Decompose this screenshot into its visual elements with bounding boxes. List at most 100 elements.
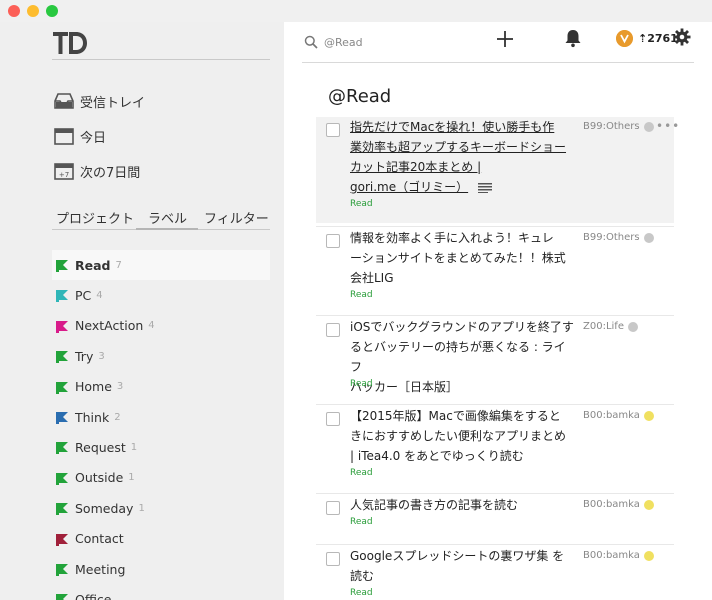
task-content[interactable]: 情報を効率よく手に入れよう！キュレ ーションサイトをまとめてみた！！株式 会社LIG [350, 228, 576, 288]
label-count: 3 [98, 350, 105, 362]
page-title: @Read [328, 86, 392, 107]
label-item-pc[interactable]: PC 4 [52, 280, 270, 310]
label-item-office[interactable]: Office [52, 584, 270, 600]
task-content-line: きにおすすめしたい便利なアプリまとめ [350, 429, 567, 443]
calendar-week-icon: +7 [54, 163, 74, 180]
label-item-meeting[interactable]: Meeting [52, 554, 270, 584]
task-content[interactable]: iOSでバックグラウンドのアプリを終了するとバッテリーの持ちが悪くなる : ライ… [350, 317, 576, 397]
tab-active-indicator [136, 228, 198, 230]
task-divider [316, 226, 674, 227]
tab-filters[interactable]: フィルター [204, 208, 269, 227]
tab-projects[interactable]: プロジェクト [56, 208, 134, 227]
task-project-name: B00:bamka [583, 499, 640, 510]
task-checkbox[interactable] [326, 234, 340, 248]
task-content-line: | iTea4.0 をあとでゆっくり読む [350, 449, 524, 463]
task-content-line: iOSでバックグラウンドのアプリを終了す [350, 320, 574, 334]
label-item-outside[interactable]: Outside 1 [52, 463, 270, 493]
task-project: B00:bamka [583, 499, 654, 510]
task-content-line: Googleスプレッドシートの裏ワザ集 を [350, 549, 565, 563]
label-flag-icon [56, 564, 68, 576]
task-label-tag[interactable]: Read [350, 588, 373, 598]
project-color-dot [627, 321, 638, 332]
label-item-someday[interactable]: Someday 1 [52, 493, 270, 523]
label-item-request[interactable]: Request 1 [52, 432, 270, 462]
nav-inbox[interactable]: 受信トレイ [54, 90, 145, 112]
close-window-button[interactable] [8, 5, 20, 17]
label-name: NextAction [75, 318, 144, 334]
calendar-week-icon-text: +7 [59, 171, 69, 179]
karma-indicator[interactable]: ⇡2761 [616, 29, 678, 47]
calendar-today-icon [54, 128, 74, 145]
task-content[interactable]: 【2015年版】Macで画像編集をすると きにおすすめしたい便利なアプリまとめ | … [350, 406, 576, 466]
task-project: B00:bamka [583, 410, 654, 421]
task-label-tag[interactable]: Read [350, 468, 373, 478]
more-options-icon[interactable]: ••• [656, 119, 680, 133]
project-color-dot [643, 232, 654, 243]
label-name: Contact [75, 531, 124, 547]
task-content[interactable]: 人気記事の書き方の記事を読む [350, 495, 576, 515]
task-divider [316, 493, 674, 494]
task-item[interactable]: 指先だけでMacを操れ！使い勝手も作 業効率も超アップするキーボードショー カット記… [316, 117, 679, 223]
label-item-read[interactable]: Read 7 [52, 250, 270, 280]
task-checkbox[interactable] [326, 412, 340, 426]
gear-icon[interactable] [673, 28, 691, 46]
task-item[interactable]: 人気記事の書き方の記事を読む Read B00:bamka [316, 495, 674, 541]
project-color-dot [643, 121, 654, 132]
bell-icon[interactable] [564, 28, 582, 48]
label-count: 1 [128, 472, 135, 484]
task-project-name: B00:bamka [583, 410, 640, 421]
task-content-line: るとバッテリーの持ちが悪くなる : ライフ [350, 340, 566, 374]
nav-today[interactable]: 今日 [54, 125, 106, 147]
task-content-line: 情報を効率よく手に入れよう！キュレ [350, 231, 554, 245]
task-content-line: gori.me（ゴリミー） [350, 180, 469, 194]
task-label-tag[interactable]: Read [350, 290, 373, 300]
minimize-window-button[interactable] [27, 5, 39, 17]
task-checkbox[interactable] [326, 123, 340, 137]
task-item[interactable]: 情報を効率よく手に入れよう！キュレ ーションサイトをまとめてみた！！株式 会社LIG… [316, 228, 674, 312]
label-name: Someday [75, 500, 134, 516]
task-checkbox[interactable] [326, 501, 340, 515]
task-project: B00:bamka [583, 550, 654, 561]
search-input[interactable] [324, 33, 474, 51]
task-content[interactable]: Googleスプレッドシートの裏ワザ集 を読む [350, 546, 576, 586]
search-icon [304, 35, 318, 49]
task-divider [316, 315, 674, 316]
label-item-try[interactable]: Try 3 [52, 341, 270, 371]
task-item[interactable]: 【2015年版】Macで画像編集をすると きにおすすめしたい便利なアプリまとめ | … [316, 406, 674, 490]
task-project-name: B00:bamka [583, 550, 640, 561]
task-item[interactable]: Googleスプレッドシートの裏ワザ集 を読む Read B00:bamka [316, 546, 674, 600]
label-item-think[interactable]: Think 2 [52, 402, 270, 432]
zoom-window-button[interactable] [46, 5, 58, 17]
label-flag-icon [56, 594, 68, 600]
label-count: 3 [116, 381, 124, 393]
task-content-line: 業効率も超アップするキーボードショー [350, 140, 567, 154]
label-item-contact[interactable]: Contact [52, 524, 270, 554]
task-label-tag[interactable]: Read [350, 517, 373, 527]
note-icon[interactable] [478, 182, 493, 193]
task-content-line: カット記事20本まとめ | [350, 160, 482, 174]
label-count: 4 [96, 289, 103, 301]
task-content[interactable]: 指先だけでMacを操れ！使い勝手も作 業効率も超アップするキーボードショー カット記… [350, 117, 576, 197]
task-checkbox[interactable] [326, 552, 340, 566]
label-flag-icon [56, 260, 68, 272]
main-panel: ⇡2761 @Read 指先だけでMacを操れ！使い勝手も作業効率 [284, 22, 712, 600]
sidebar-tabs: プロジェクト ラベル フィルター [52, 208, 270, 230]
task-project-name: B99:Others [583, 232, 640, 243]
tab-labels[interactable]: ラベル [148, 208, 187, 227]
add-task-button[interactable] [494, 28, 516, 50]
label-count: 4 [148, 320, 155, 332]
todoist-logo-icon [53, 32, 87, 54]
label-flag-icon [56, 503, 68, 516]
task-label-tag[interactable]: Read [350, 379, 373, 389]
task-checkbox[interactable] [326, 323, 340, 337]
label-item-home[interactable]: Home 3 [52, 372, 270, 402]
task-label-tag[interactable]: Read [350, 199, 373, 209]
task-content-line: 【2015年版】Macで画像編集をすると [350, 409, 561, 423]
nav-next-7-days[interactable]: +7 次の7日間 [54, 160, 140, 182]
task-content-line: ーションサイトをまとめてみた！！株式 [350, 251, 566, 265]
label-name: Office [75, 591, 112, 600]
label-item-nextaction[interactable]: NextAction 4 [52, 311, 270, 341]
sidebar: 受信トレイ 今日 +7 次の7日間 プロジェクト ラベル フィルター Read 7… [0, 22, 284, 600]
task-item[interactable]: iOSでバックグラウンドのアプリを終了するとバッテリーの持ちが悪くなる : ライ… [316, 317, 674, 401]
label-name: Try [75, 348, 94, 364]
